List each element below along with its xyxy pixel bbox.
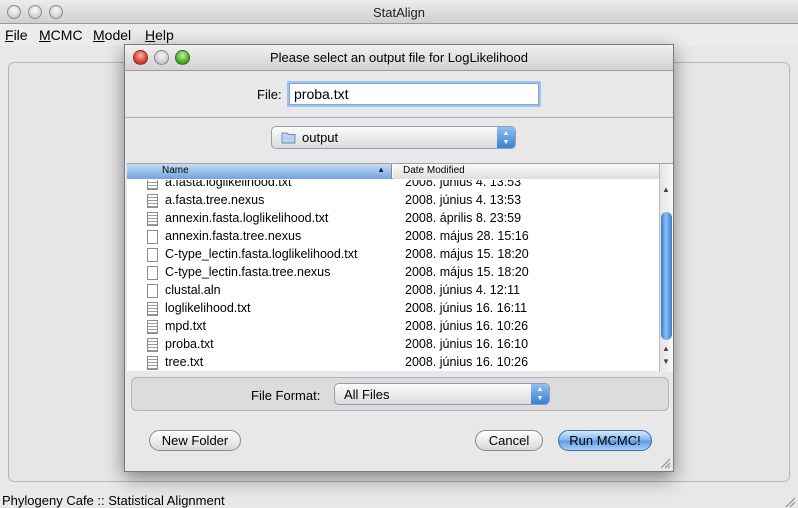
resize-grip-icon[interactable] (784, 496, 796, 508)
menu-file[interactable]: File (5, 27, 28, 43)
chevron-updown-icon: ▲ ▼ (531, 384, 549, 404)
scroll-up-arrow-icon[interactable]: ▲ (662, 344, 670, 353)
menu-bar: File MCMC Model Help (0, 24, 798, 46)
file-browser: Name ▲ Date Modified a.fasta.loglikeliho… (127, 163, 673, 372)
file-format-value: All Files (344, 387, 390, 402)
file-format-label: File Format: (251, 388, 321, 403)
folder-popup[interactable]: output ▲ ▼ (271, 126, 516, 149)
dialog-minimize-button[interactable] (154, 50, 169, 65)
scroll-down-arrow-icon[interactable]: ▼ (662, 357, 670, 366)
file-name: C-type_lectin.fasta.tree.nexus (165, 265, 331, 279)
file-name: clustal.aln (165, 283, 221, 297)
folder-name: output (302, 130, 339, 145)
file-name: loglikelihood.txt (165, 301, 251, 315)
column-date-header[interactable]: Date Modified (393, 164, 659, 179)
status-bar: Phylogeny Cafe :: Statistical Alignment (0, 493, 798, 508)
file-date: 2008. május 15. 18:20 (405, 265, 529, 279)
file-date: 2008. június 4. 13:53 (405, 180, 522, 189)
file-date: 2008. június 16. 16:10 (405, 337, 529, 351)
chevron-updown-icon: ▲ ▼ (497, 127, 515, 148)
file-row[interactable]: mpd.txt 2008. június 16. 10:26 (127, 318, 659, 336)
menu-mcmc[interactable]: MCMC (39, 27, 83, 43)
file-row[interactable]: C-type_lectin.fasta.tree.nexus 2008. máju… (127, 264, 659, 282)
file-name: proba.txt (165, 337, 214, 351)
text-file-icon (147, 302, 158, 316)
text-file-icon (147, 194, 158, 208)
scroll-thumb[interactable] (661, 212, 672, 340)
sort-ascending-icon: ▲ (377, 165, 385, 174)
file-list: a.fasta.loglikelihood.txt 2008. június 4.… (127, 180, 659, 372)
file-name: a.fasta.loglikelihood.txt (165, 180, 292, 189)
file-date: 2008. június 4. 13:53 (405, 193, 522, 207)
resize-grip-icon[interactable] (659, 457, 671, 469)
dialog-close-button[interactable] (133, 50, 148, 65)
file-date: 2008. június 16. 10:26 (405, 319, 529, 333)
cancel-button[interactable]: Cancel (475, 430, 543, 451)
file-row[interactable]: proba.txt 2008. június 16. 16:10 (127, 336, 659, 354)
file-row[interactable]: clustal.aln 2008. június 4. 12:11 (127, 282, 659, 300)
blank-file-icon (147, 248, 158, 262)
blank-file-icon (147, 230, 158, 244)
dialog-titlebar: Please select an output file for LogLike… (125, 45, 673, 71)
file-row[interactable]: a.fasta.tree.nexus 2008. június 4. 13:53 (127, 192, 659, 210)
file-name: annexin.fasta.tree.nexus (165, 229, 302, 243)
window-title: StatAlign (372, 5, 426, 20)
file-name-label: File: (257, 87, 282, 102)
file-name: a.fasta.tree.nexus (165, 193, 265, 207)
text-file-icon (147, 180, 158, 190)
file-name: tree.txt (165, 355, 204, 369)
file-name: mpd.txt (165, 319, 206, 333)
scroll-up-icon: ▲ (662, 185, 670, 194)
text-file-icon (147, 356, 158, 370)
file-date: 2008. május 28. 15:16 (405, 229, 529, 243)
text-file-icon (147, 212, 158, 226)
file-date: 2008. június 16. 10:26 (405, 355, 529, 369)
file-name: annexin.fasta.loglikelihood.txt (165, 211, 329, 225)
dialog-title: Please select an output file for LogLike… (269, 50, 528, 65)
save-file-dialog: Please select an output file for LogLike… (124, 44, 674, 472)
blank-file-icon (147, 284, 158, 298)
blank-file-icon (147, 266, 158, 280)
main-titlebar: StatAlign (0, 0, 798, 24)
run-mcmc-button[interactable]: Run MCMC! (558, 430, 652, 451)
file-row[interactable]: C-type_lectin.fasta.loglikelihood.txt 200… (127, 246, 659, 264)
text-file-icon (147, 320, 158, 334)
file-format-popup[interactable]: All Files ▲ ▼ (334, 383, 550, 405)
file-row[interactable]: tree.txt 2008. június 16. 10:26 (127, 354, 659, 372)
file-date: 2008. április 8. 23:59 (405, 211, 522, 225)
file-row[interactable]: a.fasta.loglikelihood.txt 2008. június 4.… (127, 180, 659, 192)
vertical-scrollbar[interactable]: ▲ ▲ ▼ (659, 164, 673, 372)
divider (125, 117, 673, 118)
folder-icon (281, 132, 296, 144)
column-header: Name ▲ Date Modified (127, 164, 659, 179)
file-name-input[interactable] (289, 83, 539, 105)
text-file-icon (147, 338, 158, 352)
file-date: 2008. június 4. 12:11 (405, 283, 521, 297)
menu-help[interactable]: Help (145, 27, 174, 43)
file-format-panel: File Format: All Files ▲ ▼ (131, 377, 669, 411)
new-folder-button[interactable]: New Folder (149, 430, 241, 451)
column-name-header[interactable]: Name ▲ (127, 164, 392, 179)
file-row[interactable]: loglikelihood.txt 2008. június 16. 16:11 (127, 300, 659, 318)
file-name: C-type_lectin.fasta.loglikelihood.txt (165, 247, 358, 261)
status-text: Phylogeny Cafe :: Statistical Alignment (2, 493, 225, 508)
file-date: 2008. május 15. 18:20 (405, 247, 529, 261)
file-row[interactable]: annexin.fasta.loglikelihood.txt 2008. ápr… (127, 210, 659, 228)
menu-model[interactable]: Model (93, 27, 131, 43)
file-row[interactable]: annexin.fasta.tree.nexus 2008. május 28. … (127, 228, 659, 246)
file-date: 2008. június 16. 16:11 (405, 301, 528, 315)
